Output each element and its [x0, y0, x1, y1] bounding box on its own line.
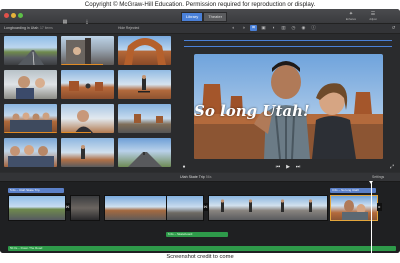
playhead-marker-icon[interactable]: [369, 181, 373, 184]
video-clip[interactable]: [8, 195, 66, 221]
imovie-window: ▦ Media ⤓ Import Library Theater ✦ Enhan…: [0, 9, 400, 253]
volume-icon[interactable]: ◖: [270, 25, 277, 31]
skip-forward-icon[interactable]: ⏭: [294, 163, 302, 171]
tab-library[interactable]: Library: [181, 12, 204, 22]
zoom-window-button[interactable]: [18, 13, 23, 18]
crop-icon[interactable]: ⌗: [250, 25, 257, 31]
video-clip[interactable]: [70, 195, 100, 221]
rock-scene-image: [66, 38, 91, 65]
event-item-count: 17 items: [40, 26, 53, 30]
clip-thumbnail[interactable]: [61, 70, 114, 99]
valley-scene-image: [134, 114, 163, 123]
clip-thumbnail[interactable]: [118, 104, 171, 133]
portrait-scene-image: [75, 110, 93, 133]
selfie-scene-image: [16, 76, 45, 99]
enhance-button[interactable]: ✦ Enhance: [344, 11, 358, 22]
timeline-header: Utah Skate Trip 56s Settings: [0, 173, 400, 182]
balance-icon[interactable]: ◐: [230, 25, 237, 31]
friends-scene-image: [8, 145, 54, 167]
playback-controls: ● ⏮ ▶ ⏭ ⤢: [176, 163, 400, 172]
speed-icon[interactable]: ◷: [290, 25, 297, 31]
clip-grid: [4, 36, 174, 169]
background-music-clip[interactable]: 50.0s – Down The Road: [8, 246, 396, 251]
tab-theater[interactable]: Theater: [203, 12, 228, 22]
clip-thumbnail[interactable]: [4, 138, 57, 167]
project-title: Utah Skate Trip 56s: [180, 173, 212, 181]
road-scene-image: [128, 152, 162, 167]
ride-scene-image: [81, 145, 85, 159]
clip-trim-handle-icon[interactable]: ▸: [377, 203, 382, 211]
video-title-overlay: So long Utah!: [194, 102, 310, 120]
color-correction-icon[interactable]: ◑: [240, 25, 247, 31]
clip-thumbnail[interactable]: [61, 104, 114, 133]
fullscreen-icon[interactable]: ⤢: [388, 163, 396, 171]
clip-thumbnail[interactable]: [4, 36, 57, 65]
enhance-icon: ✦: [348, 11, 354, 17]
media-button[interactable]: ▦ Media: [56, 10, 74, 31]
adjust-button[interactable]: ☰ Adjust: [366, 11, 380, 22]
import-button[interactable]: ⤓ Import: [78, 10, 96, 31]
adjustments-bar: ◐ ◑ ⌗ ▣ ◖ ▥ ◷ ◉ ⓘ ↺: [176, 24, 400, 34]
browser-header: Longboarding in Utah 17 items Hide Rejec…: [0, 24, 176, 34]
title-clip[interactable]: 3.0s – So long Utah!: [330, 188, 376, 193]
clip-thumbnail[interactable]: [61, 36, 114, 65]
skaters-filmstrip-image: [220, 199, 313, 212]
skip-back-icon[interactable]: ⏮: [274, 163, 282, 171]
clip-thumbnail[interactable]: [118, 138, 171, 167]
title-clip[interactable]: 5.0s – Utah Skate Trip: [8, 188, 64, 193]
road-scene-image: [18, 50, 44, 65]
playhead[interactable]: [371, 181, 372, 253]
clip-thumbnail[interactable]: [4, 104, 57, 133]
stabilization-icon[interactable]: ▣: [260, 25, 267, 31]
adjust-button-label: Adjust: [369, 18, 377, 21]
arch-scene-image: [124, 38, 166, 65]
clip-thumbnail[interactable]: [61, 138, 114, 167]
sound-effect-clip[interactable]: 6.0s – Skateboard: [166, 232, 228, 237]
adjust-icon: ☰: [370, 11, 376, 17]
media-browser: Longboarding in Utah 17 items Hide Rejec…: [0, 24, 176, 172]
video-clip[interactable]: [104, 195, 168, 221]
clip-thumbnail[interactable]: [118, 36, 171, 65]
color-slider-track[interactable]: [184, 40, 392, 41]
microphone-icon[interactable]: ●: [180, 163, 188, 171]
close-window-button[interactable]: [4, 13, 9, 18]
video-clip[interactable]: [166, 195, 204, 221]
project-name: Utah Skate Trip: [180, 175, 205, 179]
toolbar: ▦ Media ⤓ Import Library Theater ✦ Enhan…: [0, 9, 400, 31]
minimize-window-button[interactable]: [11, 13, 16, 18]
clip-filter-icon[interactable]: ◉: [300, 25, 307, 31]
project-duration: 56s: [205, 175, 212, 179]
filter-popup[interactable]: Hide Rejected: [118, 25, 139, 31]
screenshot-credit: Screenshot credit to come: [166, 254, 234, 260]
enhance-button-label: Enhance: [345, 18, 357, 21]
info-icon[interactable]: ⓘ: [310, 25, 317, 31]
skater-scene-image: [138, 75, 150, 93]
clip-thumbnail[interactable]: [4, 70, 57, 99]
event-title: Longboarding in Utah: [4, 26, 39, 30]
butte-scene-image: [69, 81, 103, 91]
clip-thumbnail[interactable]: [118, 70, 171, 99]
color-slider-track[interactable]: [184, 46, 392, 47]
noise-reduction-icon[interactable]: ▥: [280, 25, 287, 31]
viewer-panel: ◐ ◑ ⌗ ▣ ◖ ▥ ◷ ◉ ⓘ ↺ So long Utah! ● ⏮ ▶ …: [176, 24, 400, 172]
view-switcher: Library Theater: [181, 12, 228, 22]
timeline: Utah Skate Trip 56s Settings 5.0s – Utah…: [0, 173, 400, 253]
settings-button[interactable]: Settings: [372, 173, 384, 181]
video-clip[interactable]: [208, 195, 328, 221]
play-icon[interactable]: ▶: [284, 163, 292, 171]
reset-icon[interactable]: ↺: [390, 25, 397, 31]
group-scene-image: [10, 112, 52, 133]
